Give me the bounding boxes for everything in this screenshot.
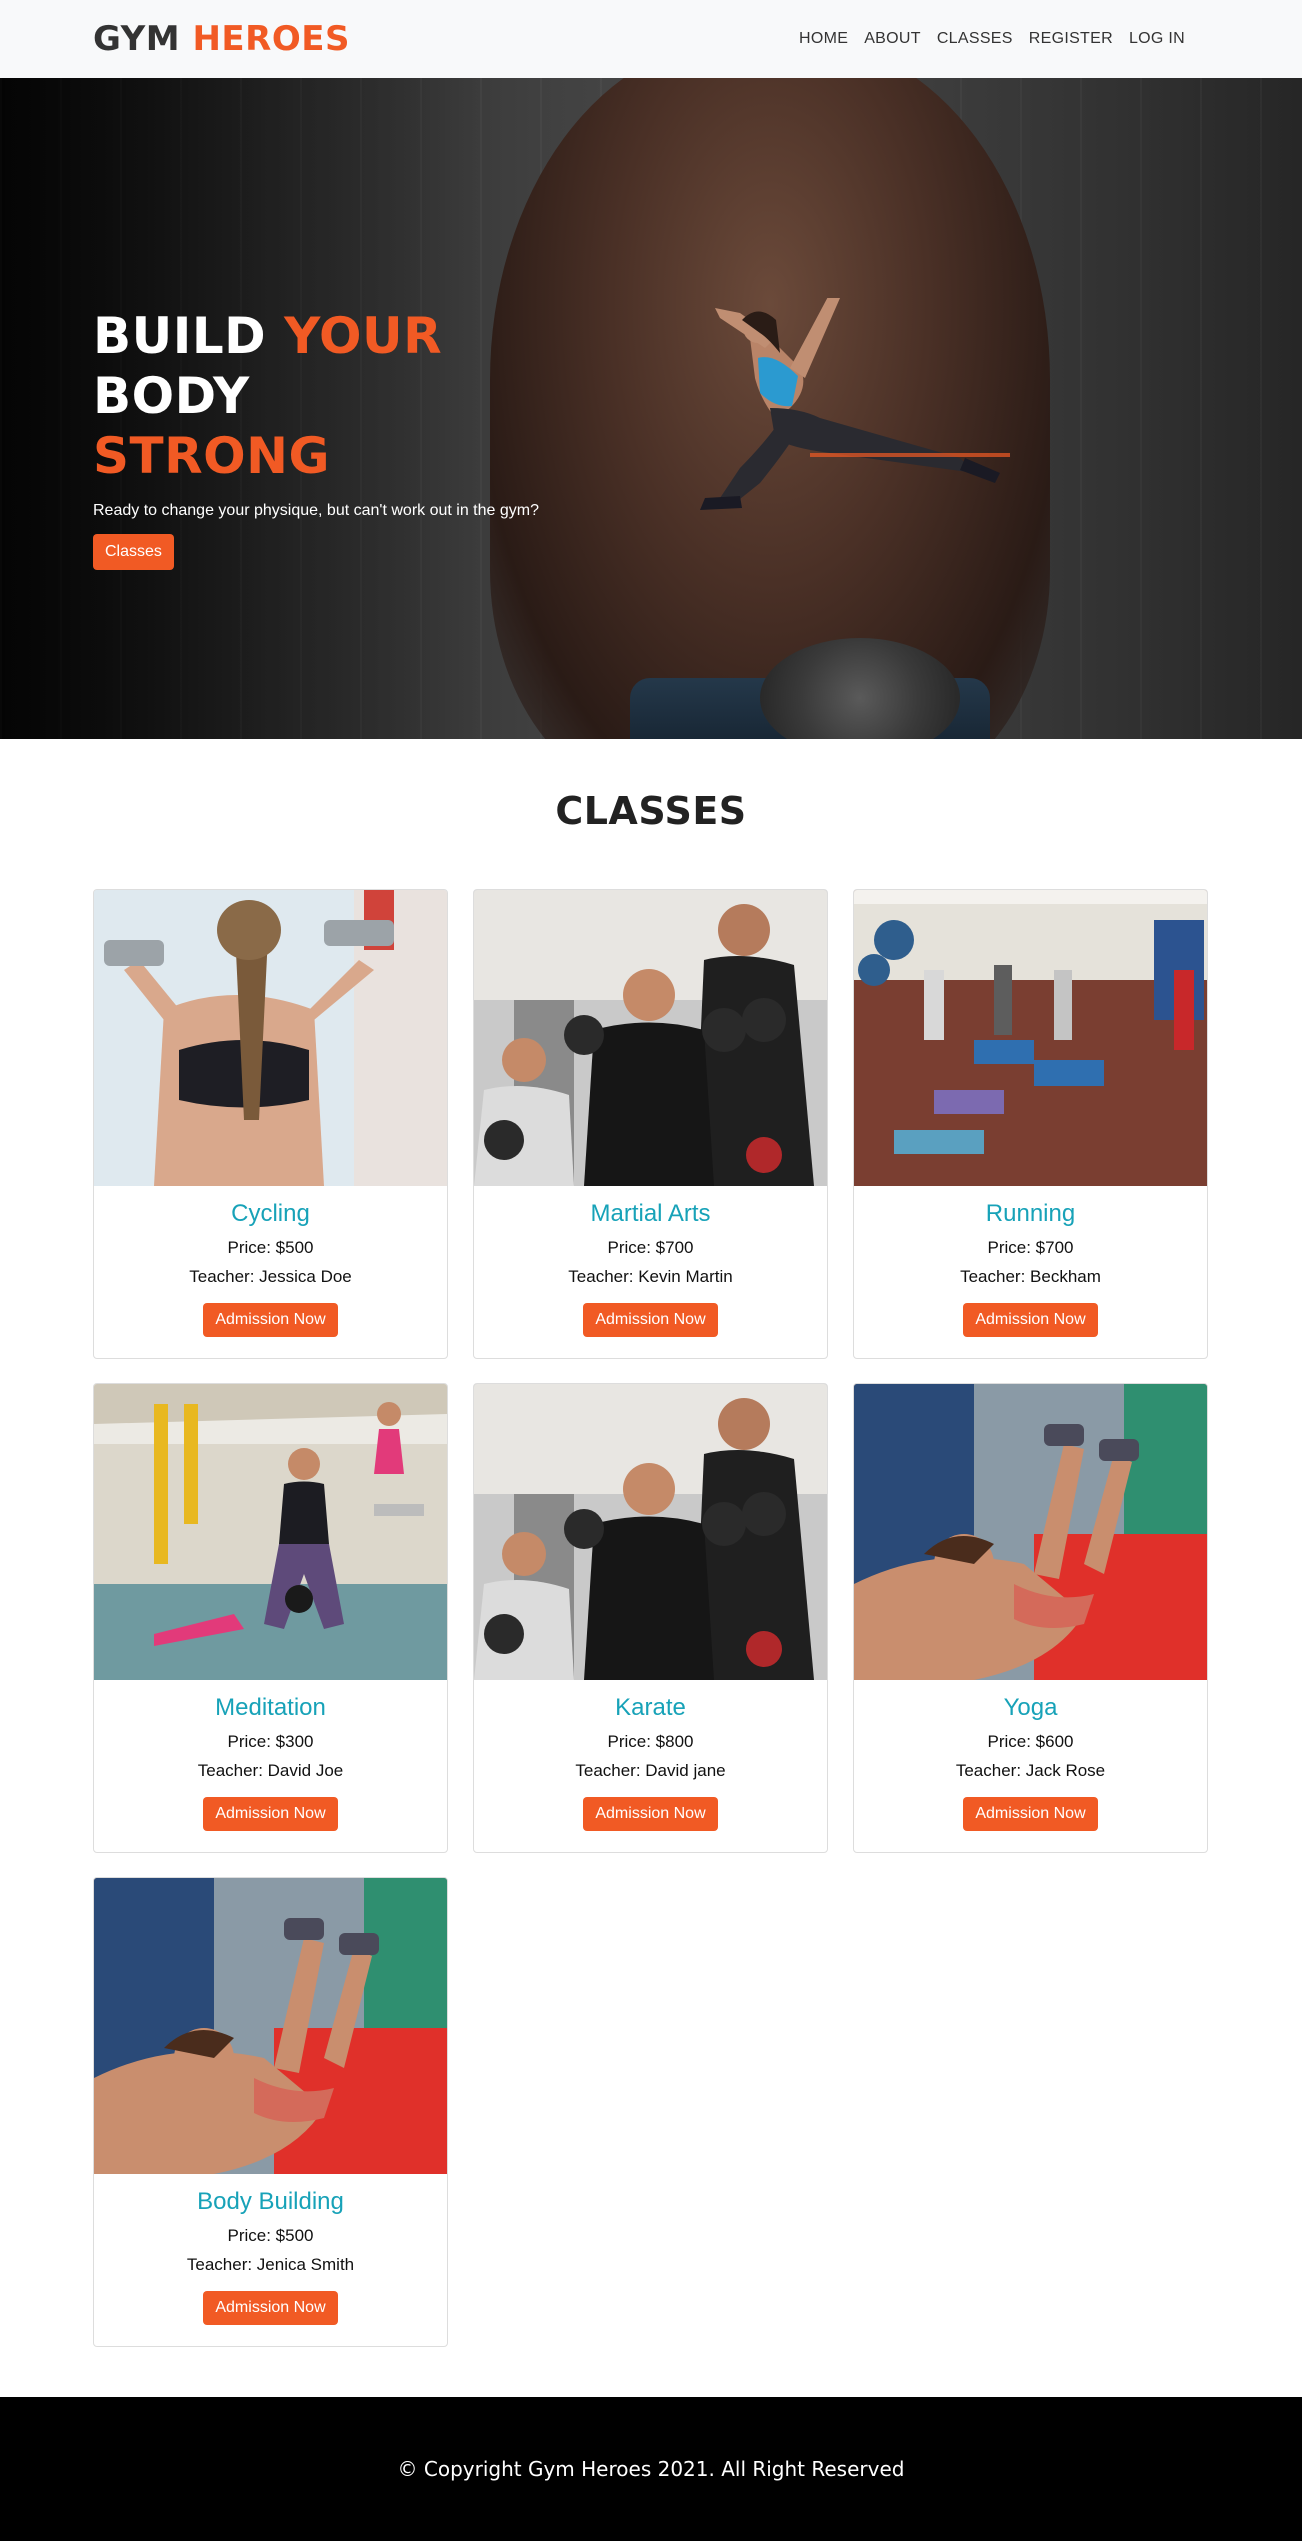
class-title-yoga: Yoga: [1003, 1694, 1058, 1721]
admission-button-martial-arts[interactable]: Admission Now: [583, 1303, 718, 1337]
hero-title-word-body: BODY: [93, 367, 250, 425]
hero-title-word-strong: STRONG: [93, 427, 331, 485]
nav-links: HOME ABOUT CLASSES REGISTER LOG IN: [791, 30, 1193, 48]
class-price-martial-arts: Price: $700: [607, 1238, 694, 1257]
class-teacher-karate: Teacher: David jane: [575, 1761, 726, 1780]
class-teacher-yoga: Teacher: Jack Rose: [955, 1761, 1106, 1780]
hero-subtitle: Ready to change your physique, but can't…: [93, 502, 539, 519]
admission-button-yoga[interactable]: Admission Now: [963, 1797, 1098, 1831]
class-price-meditation: Price: $300: [227, 1732, 314, 1751]
classes-grid: Cycling Price: $500 Teacher: Jessica Doe…: [93, 889, 1209, 2347]
class-title-running: Running: [985, 1200, 1076, 1227]
classes-section: CLASSES Cycling Price: $500 Teacher: Jes…: [0, 739, 1302, 2397]
hero-athlete-woman-image: [700, 298, 1010, 510]
class-teacher-running: Teacher: Beckham: [960, 1267, 1101, 1286]
nav-link-register[interactable]: REGISTER: [1021, 30, 1121, 48]
brand-logo[interactable]: GYM HEROES: [93, 19, 350, 59]
hero-title: BUILD YOUR BODY STRONG: [93, 306, 613, 486]
hero-title-word-build: BUILD: [93, 307, 267, 365]
class-card-yoga: Yoga Price: $600 Teacher: Jack Rose Admi…: [853, 1383, 1208, 1853]
class-title-martial-arts: Martial Arts: [590, 1200, 711, 1227]
class-title-body-building: Body Building: [197, 2188, 344, 2215]
class-title-meditation: Meditation: [215, 1694, 326, 1721]
class-card-meditation: Meditation Price: $300 Teacher: David Jo…: [93, 1383, 448, 1853]
class-price-karate: Price: $800: [607, 1732, 694, 1751]
nav-link-home[interactable]: HOME: [791, 30, 856, 48]
classes-section-title: CLASSES: [555, 789, 747, 833]
class-image-body-building: [94, 1878, 447, 2174]
admission-button-cycling[interactable]: Admission Now: [203, 1303, 338, 1337]
class-teacher-body-building: Teacher: Jenica Smith: [186, 2255, 355, 2274]
hero-banner: BUILD YOUR BODY STRONG Ready to change y…: [0, 78, 1302, 739]
class-image-karate: [474, 1384, 827, 1680]
hero-content: BUILD YOUR BODY STRONG Ready to change y…: [93, 306, 613, 570]
admission-button-running[interactable]: Admission Now: [963, 1303, 1098, 1337]
class-image-cycling: [94, 890, 447, 1186]
footer-copyright: © Copyright Gym Heroes 2021. All Right R…: [397, 2457, 905, 2481]
nav-link-about[interactable]: ABOUT: [856, 30, 929, 48]
nav-link-classes[interactable]: CLASSES: [929, 30, 1021, 48]
class-title-karate: Karate: [615, 1694, 686, 1721]
class-price-body-building: Price: $500: [227, 2226, 314, 2245]
class-image-running: [854, 890, 1207, 1186]
class-title-cycling: Cycling: [231, 1200, 310, 1227]
admission-button-karate[interactable]: Admission Now: [583, 1797, 718, 1831]
class-image-meditation: [94, 1384, 447, 1680]
class-card-karate: Karate Price: $800 Teacher: David jane A…: [473, 1383, 828, 1853]
class-card-martial-arts: Martial Arts Price: $700 Teacher: Kevin …: [473, 889, 828, 1359]
class-teacher-meditation: Teacher: David Joe: [197, 1761, 344, 1780]
brand-text-heroes: HEROES: [192, 19, 350, 59]
class-price-yoga: Price: $600: [987, 1732, 1074, 1751]
class-teacher-cycling: Teacher: Jessica Doe: [189, 1267, 352, 1286]
footer: © Copyright Gym Heroes 2021. All Right R…: [0, 2397, 1302, 2541]
class-card-running: Running Price: $700 Teacher: Beckham Adm…: [853, 889, 1208, 1359]
class-card-body-building: Body Building Price: $500 Teacher: Jenic…: [93, 1877, 448, 2347]
class-price-cycling: Price: $500: [227, 1238, 314, 1257]
class-image-martial-arts: [474, 890, 827, 1186]
class-card-cycling: Cycling Price: $500 Teacher: Jessica Doe…: [93, 889, 448, 1359]
admission-button-meditation[interactable]: Admission Now: [203, 1797, 338, 1831]
hero-classes-button[interactable]: Classes: [93, 534, 174, 570]
class-teacher-martial-arts: Teacher: Kevin Martin: [568, 1267, 733, 1286]
navbar: GYM HEROES HOME ABOUT CLASSES REGISTER L…: [0, 0, 1302, 78]
nav-link-login[interactable]: LOG IN: [1121, 30, 1193, 48]
class-price-running: Price: $700: [987, 1238, 1074, 1257]
admission-button-body-building[interactable]: Admission Now: [203, 2291, 338, 2325]
brand-text-gym: GYM: [93, 19, 181, 59]
hero-title-word-your: YOUR: [284, 307, 443, 365]
class-image-yoga: [854, 1384, 1207, 1680]
